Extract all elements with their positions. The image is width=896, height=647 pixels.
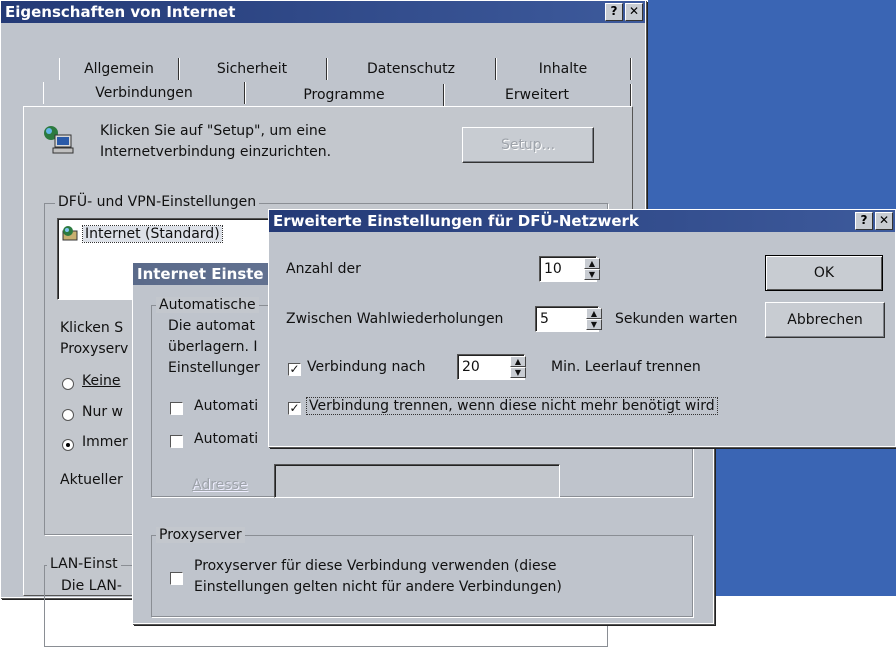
auto-config-text-1: Die automat — [168, 318, 255, 334]
network-computer-icon — [42, 123, 76, 157]
proxy-check-line2: Einstellungen gelten nicht für andere Ve… — [194, 579, 562, 595]
dfu-dialog-title: Erweiterte Einstellungen für DFÜ-Netzwer… — [273, 212, 639, 230]
dfu-help-button[interactable]: ? — [855, 212, 873, 230]
tab-allgemein[interactable]: Allgemein — [59, 58, 179, 80]
tab-inhalte[interactable]: Inhalte — [496, 58, 631, 80]
klicken-text-line2: Proxyserv — [60, 341, 129, 357]
aktueller-label: Aktueller — [60, 472, 123, 488]
verbindung-nach-checkbox[interactable]: ✓ — [288, 363, 301, 376]
zwischen-label: Zwischen Wahlwiederholungen — [286, 311, 504, 327]
proxy-checkbox[interactable] — [170, 572, 183, 585]
klicken-text-line1: Klicken S — [60, 320, 124, 336]
radio-keine-text: Keine — [82, 373, 121, 389]
tab-programme[interactable]: Programme — [245, 84, 444, 106]
adresse-label: Adresse — [192, 477, 247, 493]
help-button[interactable]: ? — [605, 3, 623, 21]
setup-button[interactable]: Setup... — [462, 127, 594, 163]
sekunden-label: Sekunden warten — [615, 311, 738, 327]
connection-item-label: Internet (Standard) — [82, 225, 223, 243]
tab-verbindungen[interactable]: Verbindungen — [43, 82, 245, 104]
auto-detect-checkbox[interactable] — [170, 402, 183, 415]
dfu-close-button[interactable]: ✕ — [875, 212, 893, 230]
cancel-button[interactable]: Abbrechen — [765, 302, 885, 338]
ok-button[interactable]: OK — [765, 255, 883, 291]
lan-window-title: Internet Einste — [137, 265, 264, 283]
lan-text: Die LAN- — [61, 578, 122, 594]
radio-keine[interactable] — [62, 378, 74, 390]
tab-sicherheit[interactable]: Sicherheit — [178, 58, 327, 80]
radio-immer-label[interactable]: Immer — [82, 434, 128, 450]
anzahl-label: Anzahl der — [286, 261, 361, 277]
adresse-label-text: Adresse — [192, 477, 248, 493]
spin-up-icon[interactable]: ▲ — [510, 356, 526, 367]
radio-nur-label[interactable]: Nur w — [82, 404, 123, 420]
auto-script-checkbox[interactable] — [170, 435, 183, 448]
zwischen-spinner[interactable]: ▲ ▼ — [585, 308, 602, 330]
verbindung-nach-label[interactable]: Verbindung nach — [307, 359, 426, 375]
adresse-input[interactable] — [274, 464, 560, 498]
dfu-vpn-group-label: DFÜ- und VPN-Einstellungen — [55, 194, 260, 210]
radio-immer[interactable] — [62, 439, 74, 451]
dfu-advanced-dialog: Erweiterte Einstellungen für DFÜ-Netzwer… — [268, 209, 896, 447]
connection-item[interactable]: Internet (Standard) — [62, 225, 223, 243]
internet-properties-titlebar[interactable]: Eigenschaften von Internet ? ✕ — [1, 1, 645, 23]
auto-config-group-label: Automatische — [156, 297, 259, 313]
window-title: Eigenschaften von Internet — [5, 3, 236, 21]
spin-down-icon[interactable]: ▼ — [586, 319, 602, 330]
trennen-label[interactable]: Verbindung trennen, wenn diese nicht meh… — [306, 397, 718, 415]
setup-description-line1: Klicken Sie auf "Setup", um eine — [100, 123, 327, 139]
setup-description-line2: Internetverbindung einzurichten. — [100, 144, 332, 160]
dfu-dialog-titlebar[interactable]: Erweiterte Einstellungen für DFÜ-Netzwer… — [269, 210, 895, 232]
proxy-check-line1[interactable]: Proxyserver für diese Verbindung verwend… — [194, 558, 557, 574]
lan-group-label: LAN-Einst — [47, 556, 121, 572]
spin-down-icon[interactable]: ▼ — [584, 269, 600, 280]
min-leerlauf-label: Min. Leerlauf trennen — [551, 359, 701, 375]
verbindung-nach-spinner[interactable]: ▲ ▼ — [509, 356, 526, 378]
auto-config-text-2: überlagern. I — [168, 339, 258, 355]
spin-down-icon[interactable]: ▼ — [510, 367, 526, 378]
tab-datenschutz[interactable]: Datenschutz — [327, 58, 496, 80]
anzahl-spinner[interactable]: ▲ ▼ — [583, 258, 600, 280]
tab-erweitert[interactable]: Erweitert — [444, 84, 631, 106]
trennen-checkbox[interactable]: ✓ — [288, 402, 301, 415]
proxy-group: Proxyserver Proxyserver für diese Verbin… — [151, 527, 693, 617]
dialup-connection-icon — [62, 225, 80, 243]
auto-config-text-3: Einstellunger — [168, 360, 260, 376]
spin-up-icon[interactable]: ▲ — [584, 258, 600, 269]
auto-script-label[interactable]: Automati — [194, 431, 258, 447]
proxy-group-label: Proxyserver — [156, 527, 245, 543]
radio-keine-label[interactable]: Keine — [82, 373, 120, 389]
radio-nur-wenn[interactable] — [62, 409, 74, 421]
spin-up-icon[interactable]: ▲ — [586, 308, 602, 319]
close-button[interactable]: ✕ — [625, 3, 643, 21]
auto-detect-label[interactable]: Automati — [194, 398, 258, 414]
